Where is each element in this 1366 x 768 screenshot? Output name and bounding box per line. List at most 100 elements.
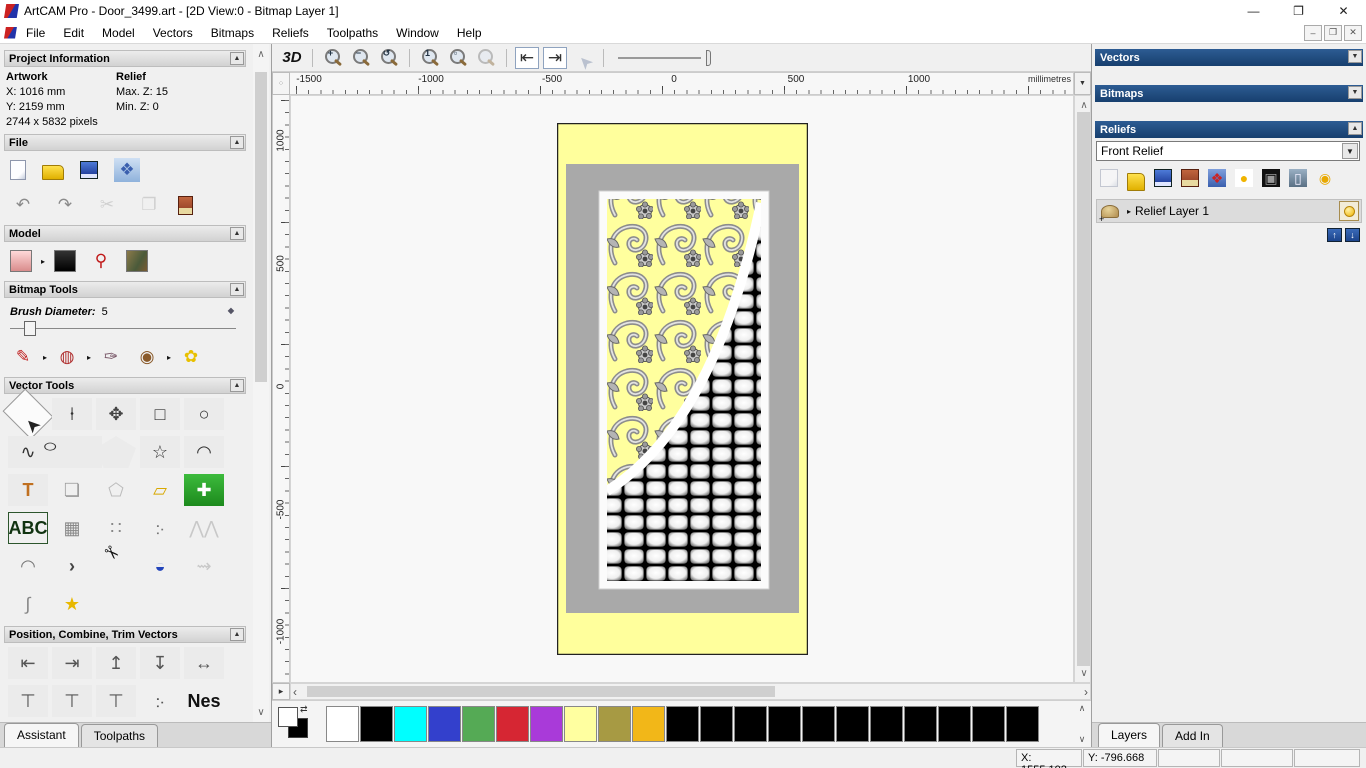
canvas-horizontal-scrollbar[interactable]: ‹ ›	[290, 683, 1091, 700]
model-from-greyscale-icon[interactable]	[54, 250, 77, 272]
bitmaps-section-header[interactable]: Bitmaps ▼	[1095, 85, 1363, 102]
scroll-thumb[interactable]	[255, 72, 267, 382]
colour-swatch-15[interactable]	[836, 706, 869, 742]
create-text-tool[interactable]: T	[8, 474, 48, 506]
palette-icon[interactable]: ◉	[134, 345, 160, 369]
colour-swatch-4[interactable]	[462, 706, 495, 742]
block-paste-tool[interactable]: ✚	[184, 474, 224, 506]
brush-diameter-slider[interactable]	[10, 320, 236, 338]
colour-swatch-5[interactable]	[496, 706, 529, 742]
align-top-tool[interactable]: ↥	[96, 647, 136, 679]
restore-button[interactable]: ❐	[1276, 0, 1321, 22]
primary-secondary-colour[interactable]: ⇄	[276, 704, 312, 744]
menu-window[interactable]: Window	[387, 23, 448, 43]
mdi-restore-button[interactable]: ❐	[1324, 24, 1342, 41]
mdi-minimize-button[interactable]: –	[1304, 24, 1322, 41]
move-layer-down-button[interactable]: ↓	[1345, 228, 1360, 242]
zoom-1to1-icon[interactable]: 1	[418, 47, 442, 69]
palette-expand-button[interactable]: ▸	[272, 683, 290, 700]
flood-fill-icon[interactable]: ◍	[54, 345, 80, 369]
flyout-arrow-icon[interactable]: ▸	[43, 353, 47, 362]
palette-scrollbar[interactable]: ∧ ∨	[1075, 703, 1089, 745]
next-bitmap-layer-button[interactable]: ⇥	[543, 46, 567, 69]
scroll-down-icon[interactable]: ∨	[1076, 665, 1092, 681]
colour-swatch-16[interactable]	[870, 706, 903, 742]
create-circle-tool[interactable]: ○	[184, 398, 224, 430]
zoom-out-icon[interactable]: −	[349, 47, 373, 69]
tab-add-in[interactable]: Add In	[1162, 724, 1223, 747]
open-model-icon[interactable]	[42, 164, 64, 180]
greyscale-from-model-icon[interactable]	[10, 250, 32, 272]
vectors-section-header[interactable]: Vectors ▼	[1095, 49, 1363, 66]
load-bitmap-icon[interactable]	[126, 250, 149, 272]
create-polygon-tool[interactable]	[96, 436, 136, 468]
zoom-previous-icon[interactable]: ↺	[377, 47, 401, 69]
colour-swatch-0[interactable]	[326, 706, 359, 742]
colour-swatch-1[interactable]	[360, 706, 393, 742]
canvas-vertical-scrollbar[interactable]: ∧ ∨	[1074, 95, 1091, 683]
ruler-origin-button[interactable]: ⁘	[272, 72, 290, 95]
relief-select-dropdown-icon[interactable]: ▼	[1342, 143, 1358, 159]
envelope-distort-tool[interactable]: ▦	[52, 512, 92, 544]
colour-swatch-8[interactable]	[598, 706, 631, 742]
undo-icon[interactable]: ↶	[10, 193, 36, 217]
close-button[interactable]: ✕	[1321, 0, 1366, 22]
tab-layers[interactable]: Layers	[1098, 723, 1161, 747]
collapse-position-button[interactable]: ▲	[230, 628, 244, 641]
colour-swatch-20[interactable]	[1006, 706, 1039, 742]
open-relief-icon[interactable]	[1127, 173, 1145, 191]
new-model-icon[interactable]	[10, 160, 26, 180]
create-ellipse-tool[interactable]: ○	[42, 436, 102, 468]
transform-vectors-tool[interactable]: ✥	[96, 398, 136, 430]
colour-swatch-14[interactable]	[802, 706, 835, 742]
offset-vectors-tool[interactable]: ⬠	[96, 474, 136, 506]
save-model-icon[interactable]	[80, 161, 98, 179]
bisector-tool[interactable]: ›	[52, 550, 92, 582]
wrap-star-tool[interactable]: ★	[52, 588, 92, 620]
create-rectangle-tool[interactable]: □	[140, 398, 180, 430]
align-centre-tool[interactable]: ↔	[184, 647, 224, 679]
greyscale-fade-slider[interactable]	[618, 48, 713, 68]
greyscale-preview-icon[interactable]: ▣	[1262, 169, 1280, 187]
nesting-tool[interactable]: Nes	[184, 685, 224, 717]
colour-swatch-2[interactable]	[394, 706, 427, 742]
colour-swatch-19[interactable]	[972, 706, 1005, 742]
scroll-left-icon[interactable]: ‹	[293, 685, 297, 699]
create-star-tool[interactable]: ☆	[140, 436, 180, 468]
colour-swatch-12[interactable]	[734, 706, 767, 742]
spin-tool[interactable]: ◒	[140, 550, 180, 582]
colour-picker-icon[interactable]: ✑	[98, 345, 124, 369]
relief-layer-name[interactable]: Relief Layer 1	[1135, 204, 1209, 218]
prev-bitmap-layer-button[interactable]: ⇤	[515, 46, 539, 69]
menu-bitmaps[interactable]: Bitmaps	[202, 23, 263, 43]
colour-swatch-7[interactable]	[564, 706, 597, 742]
colour-swatch-6[interactable]	[530, 706, 563, 742]
colour-swatch-9[interactable]	[632, 706, 665, 742]
scroll-down-icon[interactable]: ∨	[253, 704, 269, 720]
door-artwork[interactable]	[557, 123, 808, 655]
add-relief-layer-icon[interactable]: ❖	[1208, 169, 1226, 187]
menu-vectors[interactable]: Vectors	[144, 23, 202, 43]
colour-swatch-17[interactable]	[904, 706, 937, 742]
zoom-in-icon[interactable]: +	[321, 47, 345, 69]
relief-layer-thumb-icon[interactable]	[1099, 204, 1119, 224]
align-right-tool[interactable]: ⇥	[52, 647, 92, 679]
slider-handle[interactable]	[24, 321, 36, 336]
view-3d-button[interactable]: 3D	[280, 47, 304, 69]
relief-layer-row[interactable]: ▸ Relief Layer 1	[1096, 199, 1362, 224]
paste-along-curve-tool[interactable]: ∷	[96, 512, 136, 544]
menu-help[interactable]: Help	[448, 23, 491, 43]
zoom-fit-icon[interactable]: ▫	[446, 47, 470, 69]
menu-reliefs[interactable]: Reliefs	[263, 23, 318, 43]
align-bottom-tool[interactable]: ↧	[140, 647, 180, 679]
primary-colour-swatch[interactable]	[278, 707, 298, 727]
redo-icon[interactable]: ↷	[52, 193, 78, 217]
menu-model[interactable]: Model	[93, 23, 144, 43]
brush-spin-icon[interactable]: ◆	[228, 306, 234, 318]
swap-colours-icon[interactable]: ⇄	[300, 704, 308, 715]
assistant-scrollbar[interactable]: ∧ ∨	[253, 44, 269, 722]
collapse-model-button[interactable]: ▲	[230, 227, 244, 240]
layer-visibility-button[interactable]	[1339, 201, 1359, 221]
flyout-arrow-icon[interactable]: ▸	[167, 353, 171, 362]
texture-icon[interactable]: ✿	[178, 345, 204, 369]
